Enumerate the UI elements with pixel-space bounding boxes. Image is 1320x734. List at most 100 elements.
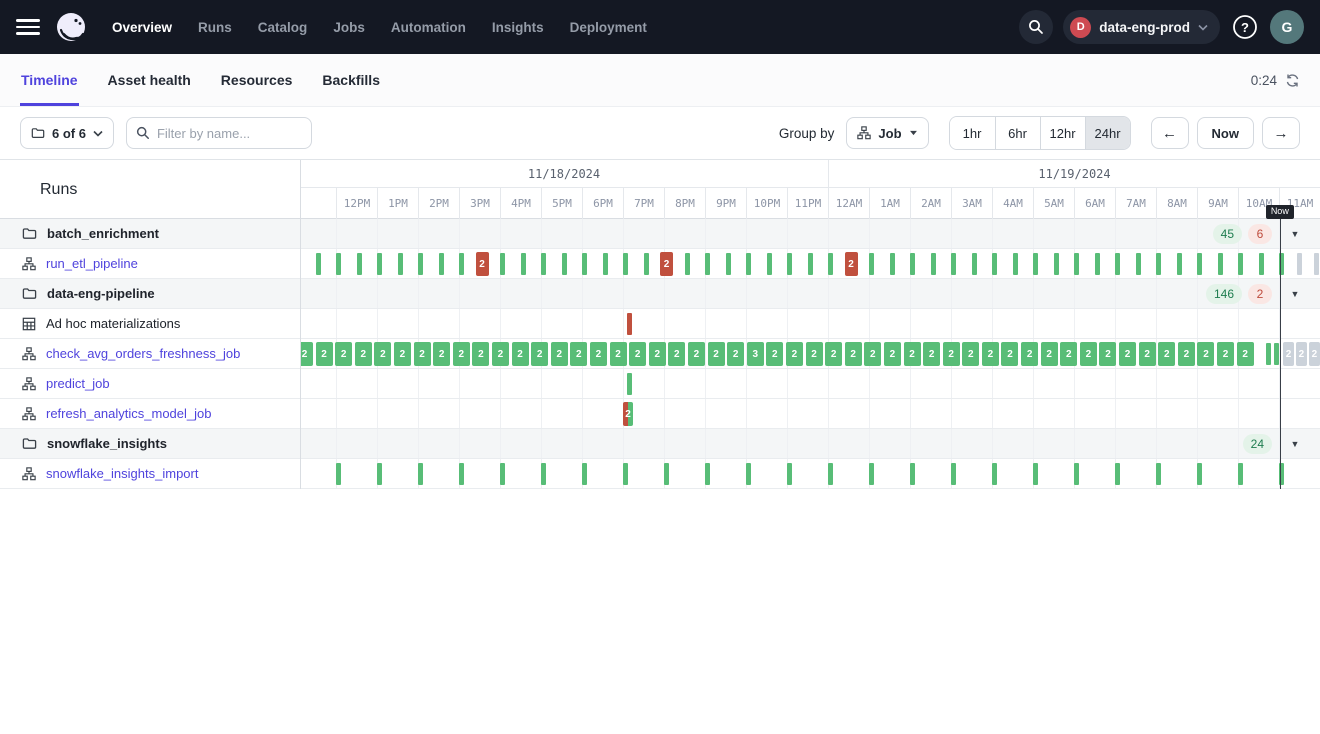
dagster-logo[interactable] bbox=[54, 9, 90, 45]
timeline-next-button[interactable]: → bbox=[1262, 117, 1300, 149]
run-marker-success[interactable]: 2 bbox=[433, 342, 450, 366]
run-marker-success[interactable] bbox=[377, 253, 382, 275]
run-marker-success[interactable]: 2 bbox=[766, 342, 783, 366]
collapse-group-caret[interactable]: ▼ bbox=[1284, 436, 1306, 452]
run-marker-success[interactable]: 2 bbox=[688, 342, 705, 366]
nav-item-overview[interactable]: Overview bbox=[112, 20, 172, 35]
nav-item-deployment[interactable]: Deployment bbox=[570, 20, 647, 35]
hamburger-menu-icon[interactable] bbox=[16, 19, 40, 35]
run-marker-failure[interactable] bbox=[627, 313, 632, 335]
run-marker-success[interactable] bbox=[336, 463, 341, 485]
run-marker-success[interactable] bbox=[992, 253, 997, 275]
run-marker-success[interactable] bbox=[541, 253, 546, 275]
run-marker-success[interactable] bbox=[418, 463, 423, 485]
run-marker-success[interactable]: 2 bbox=[1217, 342, 1234, 366]
run-marker-success[interactable] bbox=[869, 463, 874, 485]
run-marker-success[interactable] bbox=[1156, 463, 1161, 485]
job-row-ad-hoc-materializations[interactable]: Ad hoc materializations bbox=[0, 309, 1320, 339]
run-marker-success[interactable]: 3 bbox=[747, 342, 764, 366]
collapse-group-caret[interactable]: ▼ bbox=[1284, 286, 1306, 302]
run-marker-success[interactable] bbox=[1177, 253, 1182, 275]
run-marker-success[interactable] bbox=[972, 253, 977, 275]
run-marker-success[interactable] bbox=[664, 463, 669, 485]
tab-backfills[interactable]: Backfills bbox=[321, 54, 381, 106]
run-marker-success[interactable] bbox=[1266, 343, 1271, 365]
search-button[interactable] bbox=[1019, 10, 1053, 44]
run-marker-mixed[interactable]: 2 bbox=[623, 402, 633, 426]
run-marker-success[interactable]: 2 bbox=[649, 342, 666, 366]
range-button-12hr[interactable]: 12hr bbox=[1040, 117, 1085, 149]
run-marker-success[interactable] bbox=[644, 253, 649, 275]
run-marker-success[interactable] bbox=[1095, 253, 1100, 275]
run-marker-scheduled[interactable] bbox=[1297, 253, 1302, 275]
run-marker-success[interactable]: 2 bbox=[962, 342, 979, 366]
run-marker-success[interactable] bbox=[808, 253, 813, 275]
row-label[interactable]: check_avg_orders_freshness_job bbox=[46, 346, 240, 361]
range-button-6hr[interactable]: 6hr bbox=[995, 117, 1040, 149]
help-button[interactable]: ? bbox=[1230, 12, 1260, 42]
nav-item-catalog[interactable]: Catalog bbox=[258, 20, 308, 35]
run-marker-success[interactable]: 2 bbox=[570, 342, 587, 366]
run-marker-success[interactable] bbox=[562, 253, 567, 275]
run-marker-success[interactable] bbox=[1259, 253, 1264, 275]
run-marker-success[interactable] bbox=[951, 253, 956, 275]
run-marker-success[interactable]: 2 bbox=[904, 342, 921, 366]
run-marker-success[interactable] bbox=[418, 253, 423, 275]
run-marker-success[interactable]: 2 bbox=[1178, 342, 1195, 366]
run-marker-success[interactable] bbox=[951, 463, 956, 485]
run-marker-success[interactable] bbox=[1013, 253, 1018, 275]
run-marker-success[interactable]: 2 bbox=[923, 342, 940, 366]
run-marker-success[interactable]: 2 bbox=[786, 342, 803, 366]
run-marker-success[interactable] bbox=[500, 253, 505, 275]
run-marker-success[interactable] bbox=[828, 463, 833, 485]
run-marker-success[interactable]: 2 bbox=[453, 342, 470, 366]
run-marker-success[interactable] bbox=[1274, 343, 1279, 365]
row-label[interactable]: snowflake_insights_import bbox=[46, 466, 198, 481]
range-button-24hr[interactable]: 24hr bbox=[1085, 117, 1130, 149]
range-button-1hr[interactable]: 1hr bbox=[950, 117, 995, 149]
repo-scope-dropdown[interactable]: 6 of 6 bbox=[20, 117, 114, 149]
run-marker-success[interactable] bbox=[787, 463, 792, 485]
run-marker-success[interactable]: 2 bbox=[512, 342, 529, 366]
run-marker-success[interactable] bbox=[1156, 253, 1161, 275]
job-row-predict-job[interactable]: predict_job bbox=[0, 369, 1320, 399]
nav-item-insights[interactable]: Insights bbox=[492, 20, 544, 35]
run-marker-failure[interactable]: 2 bbox=[476, 252, 489, 276]
run-marker-success[interactable] bbox=[459, 463, 464, 485]
run-marker-success[interactable]: 2 bbox=[492, 342, 509, 366]
run-marker-success[interactable] bbox=[767, 253, 772, 275]
run-marker-success[interactable] bbox=[1074, 463, 1079, 485]
run-marker-success[interactable] bbox=[603, 253, 608, 275]
run-marker-success[interactable] bbox=[1238, 253, 1243, 275]
run-marker-success[interactable]: 2 bbox=[1197, 342, 1214, 366]
run-marker-failure[interactable]: 2 bbox=[660, 252, 673, 276]
user-avatar[interactable]: G bbox=[1270, 10, 1304, 44]
timeline-prev-button[interactable]: ← bbox=[1151, 117, 1189, 149]
run-marker-success[interactable] bbox=[1054, 253, 1059, 275]
run-marker-success[interactable]: 2 bbox=[629, 342, 646, 366]
run-marker-success[interactable] bbox=[869, 253, 874, 275]
run-marker-success[interactable] bbox=[623, 463, 628, 485]
run-marker-success[interactable] bbox=[726, 253, 731, 275]
job-row-run-etl-pipeline[interactable]: run_etl_pipeline222 bbox=[0, 249, 1320, 279]
run-marker-scheduled[interactable]: 2 bbox=[1296, 342, 1307, 366]
run-marker-success[interactable] bbox=[910, 463, 915, 485]
refresh-icon[interactable] bbox=[1285, 73, 1300, 88]
nav-item-automation[interactable]: Automation bbox=[391, 20, 466, 35]
group-by-dropdown[interactable]: Job bbox=[846, 117, 928, 149]
run-marker-success[interactable]: 2 bbox=[1139, 342, 1156, 366]
run-marker-success[interactable] bbox=[521, 253, 526, 275]
tab-timeline[interactable]: Timeline bbox=[20, 54, 79, 106]
run-marker-success[interactable] bbox=[316, 253, 321, 275]
run-marker-success[interactable]: 2 bbox=[884, 342, 901, 366]
run-marker-success[interactable] bbox=[627, 373, 632, 395]
run-marker-success[interactable] bbox=[1115, 463, 1120, 485]
run-marker-success[interactable] bbox=[500, 463, 505, 485]
run-marker-success[interactable]: 2 bbox=[414, 342, 431, 366]
run-marker-success[interactable] bbox=[705, 463, 710, 485]
run-marker-scheduled[interactable]: 2 bbox=[1283, 342, 1294, 366]
run-marker-success[interactable]: 2 bbox=[1080, 342, 1097, 366]
row-label[interactable]: refresh_analytics_model_job bbox=[46, 406, 211, 421]
run-marker-success[interactable]: 2 bbox=[1021, 342, 1038, 366]
run-marker-success[interactable] bbox=[1115, 253, 1120, 275]
